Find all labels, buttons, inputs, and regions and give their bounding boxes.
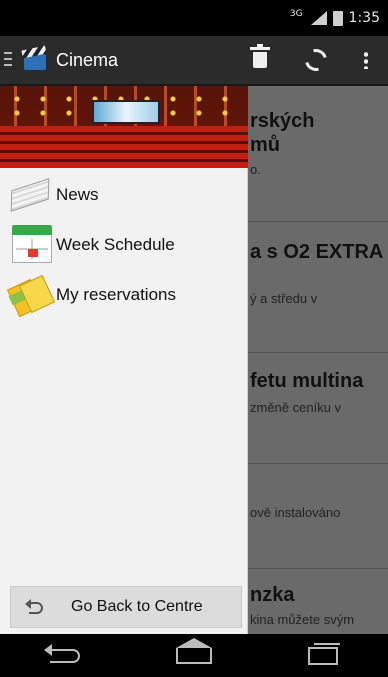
- drawer-item-label: News: [56, 185, 99, 204]
- battery-icon: [332, 10, 343, 26]
- undo-icon: [25, 599, 43, 615]
- drawer-item-my-reservations[interactable]: My reservations: [0, 270, 248, 320]
- back-nav-icon: [43, 643, 80, 663]
- article-title-line2: mů: [250, 134, 280, 156]
- drawer-indicator-icon[interactable]: [4, 52, 12, 68]
- overflow-menu-button[interactable]: [344, 35, 388, 85]
- calendar-icon: [6, 225, 54, 265]
- drawer-header-image: [0, 86, 248, 168]
- refresh-button[interactable]: [288, 35, 344, 85]
- signal-icon: [309, 11, 327, 25]
- network-type: 3G: [289, 9, 303, 19]
- go-back-to-centre-button[interactable]: Go Back to Centre: [10, 586, 242, 628]
- article-snippet: ově instalováno: [250, 505, 341, 520]
- drawer-item-week-schedule[interactable]: Week Schedule: [0, 220, 248, 270]
- nav-back-button[interactable]: [35, 634, 95, 677]
- nav-recents-button[interactable]: [293, 634, 353, 677]
- app-title: Cinema: [56, 49, 119, 70]
- ticket-icon: [6, 274, 56, 318]
- refresh-icon: [300, 44, 332, 76]
- trash-icon: [250, 44, 270, 68]
- cinema-app-icon[interactable]: [21, 45, 48, 72]
- article-title: fetu multina: [250, 370, 364, 392]
- article-snippet: ý a středu v: [250, 291, 318, 306]
- status-bar: 3G 1:35: [0, 0, 388, 36]
- article-title: rských: [250, 110, 315, 132]
- drawer-item-label: Week Schedule: [56, 235, 175, 254]
- article-title: a s O2 EXTRA: [250, 241, 384, 263]
- home-nav-icon: [175, 637, 212, 664]
- trash-button[interactable]: [232, 35, 288, 85]
- nav-home-button[interactable]: [164, 634, 224, 677]
- article-title: nzka: [250, 584, 295, 606]
- system-nav-bar: [0, 634, 388, 677]
- go-back-to-centre-label: Go Back to Centre: [71, 598, 203, 615]
- recents-nav-icon: [308, 642, 341, 665]
- navigation-drawer: News Week Schedule My reservations: [0, 168, 248, 634]
- status-time: 1:35: [348, 10, 380, 26]
- newspaper-icon: [6, 175, 54, 215]
- drawer-item-news[interactable]: News: [0, 170, 248, 220]
- article-snippet: změně ceníku v: [250, 400, 342, 415]
- overflow-menu-icon: [364, 51, 368, 69]
- article-snippet: kina můžete svým: [250, 612, 355, 627]
- drawer-item-label: My reservations: [56, 285, 176, 304]
- article-snippet: o.: [250, 162, 261, 177]
- action-bar: Cinema: [0, 36, 388, 86]
